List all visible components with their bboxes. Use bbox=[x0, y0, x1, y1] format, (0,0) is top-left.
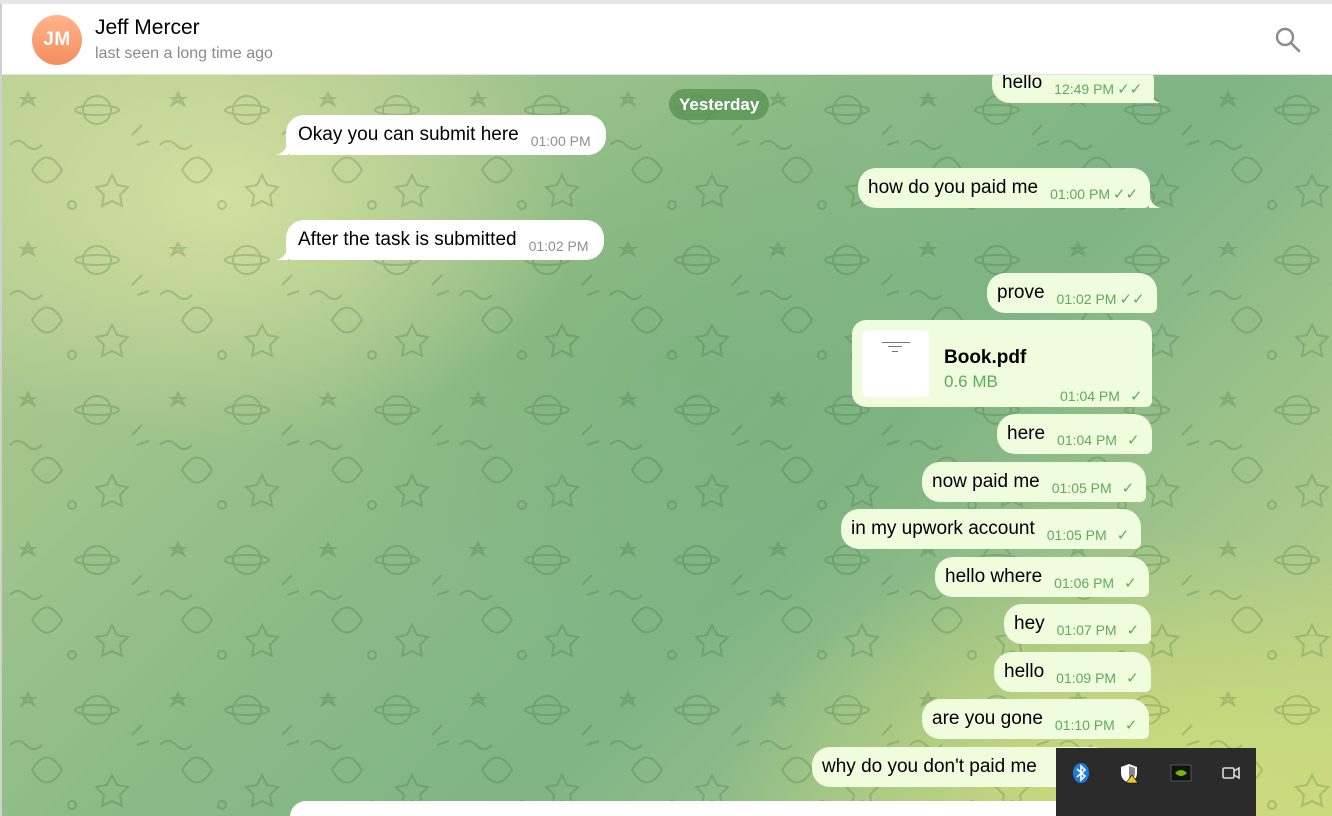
message-time: 01:05 PM bbox=[1046, 527, 1107, 543]
security-warning-icon[interactable] bbox=[1118, 762, 1140, 784]
system-tray-popup bbox=[1056, 748, 1256, 816]
check-icon: ✓ bbox=[1121, 480, 1135, 497]
peer-status: last seen a long time ago bbox=[95, 45, 273, 62]
message-outgoing[interactable]: hey 01:07 PM ✓ bbox=[1004, 604, 1152, 644]
message-time: 01:04 PM bbox=[1060, 388, 1120, 404]
message-time: 01:00 PM bbox=[1050, 186, 1110, 202]
message-outgoing[interactable]: now paid me 01:05 PM ✓ bbox=[922, 462, 1147, 502]
bubble-tail bbox=[276, 246, 288, 260]
message-outgoing[interactable]: in my upwork account 01:05 PM ✓ bbox=[841, 509, 1142, 549]
double-check-icon: ✓✓ bbox=[1113, 186, 1139, 203]
file-message[interactable]: Book.pdf 0.6 MB 01:04 PM ✓ bbox=[852, 320, 1152, 407]
message-time: 01:02 PM bbox=[1056, 291, 1117, 307]
message-text: hey bbox=[1014, 613, 1045, 634]
message-time: 01:07 PM bbox=[1056, 622, 1117, 638]
check-icon: ✓ bbox=[1126, 432, 1140, 449]
message-area[interactable]: Yesterday hello 12:49 PM ✓✓ Okay you can s… bbox=[2, 75, 1332, 816]
search-icon[interactable] bbox=[1272, 24, 1304, 56]
message-outgoing[interactable]: hello 12:49 PM ✓✓ bbox=[992, 75, 1155, 103]
double-check-icon: ✓✓ bbox=[1119, 291, 1145, 308]
message-text: in my upwork account bbox=[851, 518, 1035, 539]
message-text: why do you don't paid me bbox=[822, 756, 1037, 777]
message-time: 01:00 PM bbox=[530, 133, 591, 149]
bubble-tail bbox=[1149, 194, 1161, 208]
message-incoming[interactable]: Okay you can submit here 01:00 PM bbox=[286, 115, 606, 155]
check-icon: ✓ bbox=[1129, 388, 1143, 405]
check-icon: ✓ bbox=[1124, 575, 1137, 592]
check-icon: ✓ bbox=[1126, 670, 1139, 687]
avatar[interactable]: JM bbox=[32, 15, 82, 65]
message-text: prove bbox=[997, 282, 1045, 303]
message-text: are you gone bbox=[932, 708, 1043, 729]
message-text: Okay you can submit here bbox=[298, 124, 519, 145]
message-time: 01:04 PM bbox=[1057, 432, 1117, 448]
message-incoming[interactable]: After the task is submitted 01:02 PM bbox=[286, 220, 604, 260]
message-time: 01:06 PM bbox=[1054, 575, 1115, 591]
message-time: 12:49 PM bbox=[1054, 81, 1115, 97]
check-icon: ✓ bbox=[1124, 717, 1138, 734]
message-outgoing[interactable]: prove 01:02 PM ✓✓ bbox=[987, 273, 1157, 313]
message-text: how do you paid me bbox=[868, 177, 1039, 198]
telegram-window: JM Jeff Mercer last seen a long time ago bbox=[0, 0, 1332, 816]
message-time: 01:09 PM bbox=[1056, 670, 1117, 686]
message-text: hello where bbox=[945, 566, 1043, 587]
message-time: 01:05 PM bbox=[1051, 480, 1112, 496]
message-text: here bbox=[1007, 423, 1046, 444]
double-check-icon: ✓✓ bbox=[1117, 81, 1143, 98]
message-time: 01:10 PM bbox=[1054, 717, 1115, 733]
peer-name[interactable]: Jeff Mercer bbox=[95, 16, 200, 40]
nvidia-icon[interactable] bbox=[1170, 762, 1192, 784]
file-size: 0.6 MB bbox=[944, 372, 998, 391]
bluetooth-icon[interactable] bbox=[1070, 762, 1092, 784]
message-outgoing[interactable]: hello 01:09 PM ✓ bbox=[994, 652, 1151, 692]
message-text: hello bbox=[1002, 75, 1043, 93]
file-name[interactable]: Book.pdf bbox=[944, 347, 1026, 369]
message-text: After the task is submitted bbox=[298, 229, 517, 250]
file-thumbnail[interactable] bbox=[862, 330, 929, 397]
message-composer[interactable] bbox=[290, 801, 1070, 816]
bubble-tail bbox=[1149, 89, 1161, 103]
message-outgoing[interactable]: hello where 01:06 PM ✓ bbox=[935, 557, 1149, 597]
message-text: now paid me bbox=[932, 471, 1040, 492]
camera-icon[interactable] bbox=[1220, 762, 1242, 784]
check-icon: ✓ bbox=[1126, 622, 1140, 639]
message-text: hello bbox=[1004, 661, 1045, 682]
check-icon: ✓ bbox=[1116, 527, 1130, 544]
message-time: 01:02 PM bbox=[528, 238, 589, 254]
bubble-tail bbox=[276, 141, 288, 155]
date-separator: Yesterday bbox=[669, 89, 770, 120]
message-outgoing[interactable]: here 01:04 PM ✓ bbox=[997, 414, 1152, 454]
message-outgoing[interactable]: how do you paid me 01:00 PM ✓✓ bbox=[858, 168, 1151, 208]
chat-header[interactable]: JM Jeff Mercer last seen a long time ago bbox=[2, 4, 1332, 75]
message-outgoing[interactable]: are you gone 01:10 PM ✓ bbox=[922, 699, 1150, 739]
